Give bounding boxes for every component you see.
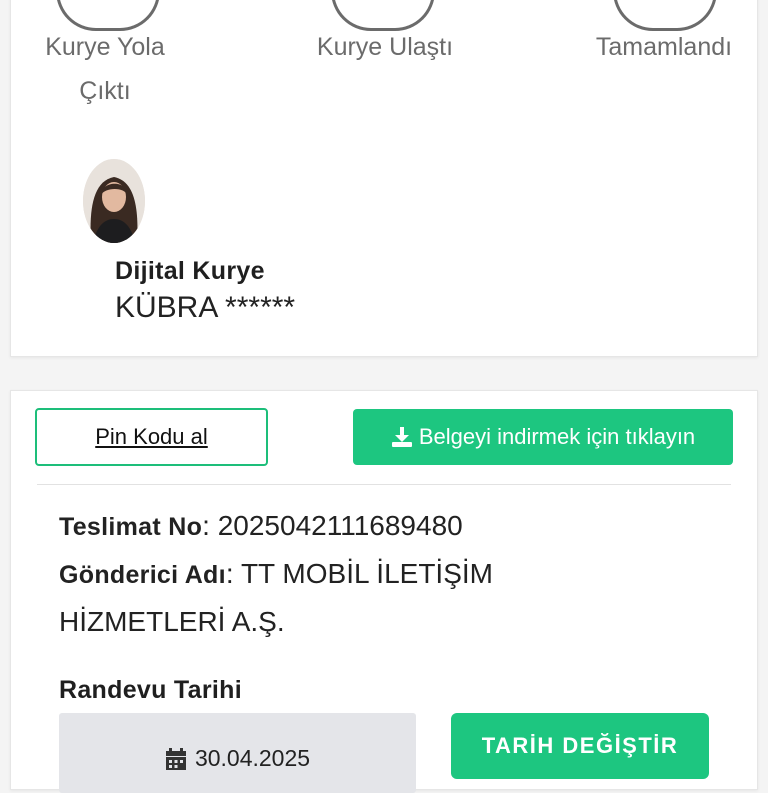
sender-name-value: : TT MOBİL İLETİŞİM — [225, 558, 493, 589]
step-label-completed: Tamamlandı — [595, 33, 733, 61]
change-date-button[interactable]: TARİH DEĞİŞTİR — [451, 713, 709, 779]
courier-status-card: Kurye Yola Çıktı Kurye Ulaştı Tamamlandı… — [10, 0, 758, 357]
download-icon — [391, 427, 412, 447]
appointment-date-label: Randevu Tarihi — [59, 676, 242, 704]
download-button-label: Belgeyi indirmek için tıklayın — [418, 424, 696, 449]
get-pin-code-button[interactable]: Pin Kodu al — [35, 408, 268, 466]
calendar-icon — [165, 748, 186, 770]
courier-name: KÜBRA ****** — [115, 291, 296, 324]
sender-name-label: Gönderici Adı — [59, 561, 226, 589]
step-label-arrived: Kurye Ulaştı — [316, 33, 454, 61]
delivery-details-card: Pin Kodu al Belgeyi indirmek için tıklay… — [10, 390, 758, 793]
delivery-number-value: : 2025042111689480 — [202, 510, 463, 541]
download-document-button[interactable]: Belgeyi indirmek için tıklayın — [353, 409, 733, 465]
appointment-date-field[interactable]: 30.04.2025 — [59, 713, 416, 793]
divider — [37, 484, 731, 485]
delivery-number: Teslimat No: 2025042111689480 — [59, 501, 463, 552]
step-label-out-for-delivery: Kurye Yola Çıktı — [45, 33, 165, 105]
courier-title: Dijital Kurye — [115, 257, 265, 285]
delivery-number-label: Teslimat No — [59, 513, 203, 541]
sender-name-continued: HİZMETLERİ A.Ş. — [59, 606, 285, 637]
avatar — [83, 159, 145, 243]
sender-name: Gönderici Adı: TT MOBİL İLETİŞİM — [59, 549, 493, 600]
